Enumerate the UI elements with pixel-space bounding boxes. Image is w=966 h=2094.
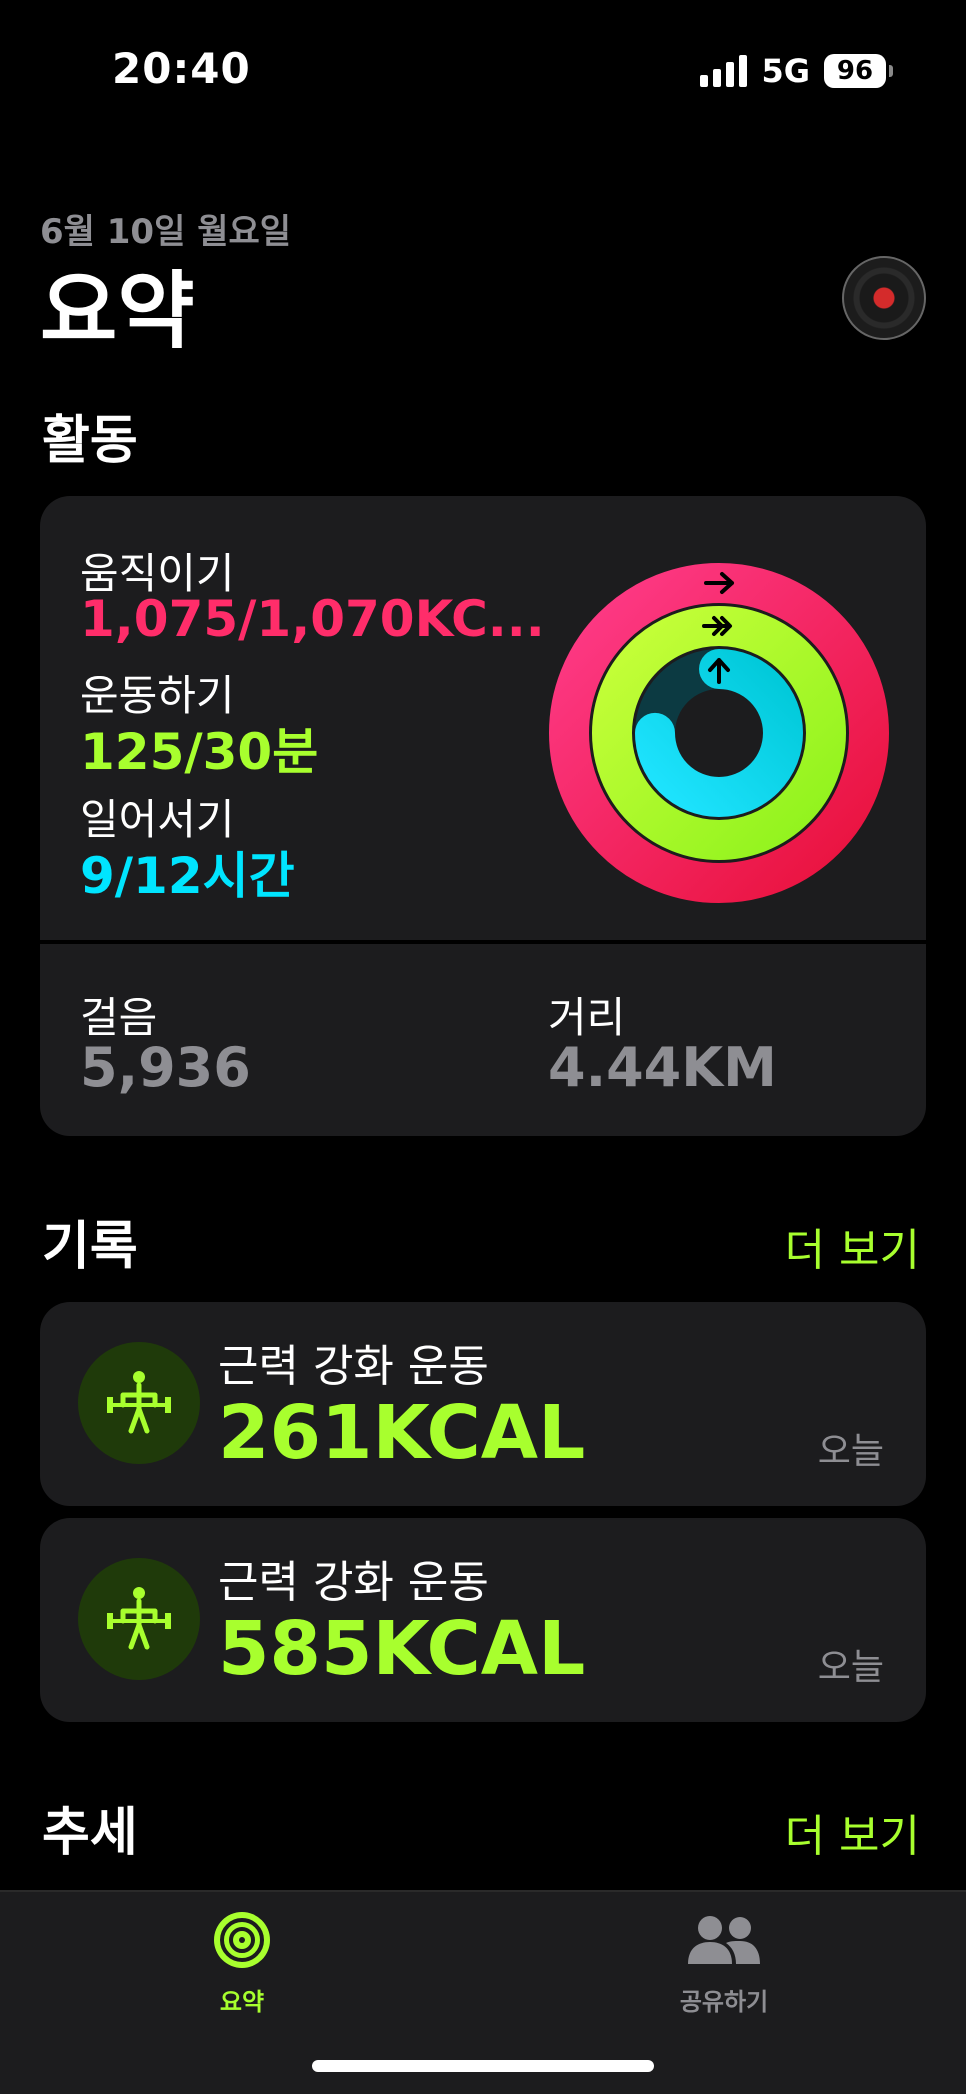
- home-indicator: [312, 2060, 654, 2072]
- status-bar: 20:40 5G 96: [0, 0, 966, 140]
- move-value: 1,075/1,070KC...: [80, 590, 545, 648]
- status-indicators: 5G 96: [700, 52, 893, 90]
- distance-value: 4.44KM: [548, 1036, 777, 1099]
- cellular-signal-icon: [700, 55, 748, 87]
- steps-value: 5,936: [80, 1036, 251, 1099]
- activity-summary-screen: 20:40 5G 96 6월 10일 월요일 요약 활동 움직이기 1,075/…: [0, 0, 966, 2094]
- strength-training-icon: [78, 1342, 200, 1464]
- workout-name: 근력 강화 운동: [218, 1341, 489, 1392]
- trends-more-link[interactable]: 더 보기: [785, 1800, 920, 1864]
- activity-rings-icon: [214, 1912, 270, 1968]
- activity-section-title: 활동: [42, 411, 138, 471]
- workout-calories: 261KCAL: [218, 1390, 586, 1476]
- tab-sharing-label: 공유하기: [679, 1988, 769, 2016]
- stand-value: 9/12시간: [80, 847, 295, 905]
- tab-summary-label: 요약: [219, 1988, 265, 2016]
- history-more-link[interactable]: 더 보기: [785, 1214, 920, 1278]
- tab-summary[interactable]: 요약: [142, 1910, 342, 2017]
- tab-sharing[interactable]: 공유하기: [624, 1910, 824, 2017]
- workout-card[interactable]: 근력 강화 운동 261KCAL 오늘: [40, 1302, 926, 1506]
- status-time: 20:40: [112, 44, 251, 93]
- history-section-title: 기록: [42, 1217, 138, 1277]
- page-title: 요약: [40, 262, 195, 360]
- workout-calories: 585KCAL: [218, 1606, 586, 1692]
- trends-section-title: 추세: [42, 1803, 138, 1863]
- tab-bar: 요약 공유하기: [0, 1890, 966, 2094]
- workout-card[interactable]: 근력 강화 운동 585KCAL 오늘: [40, 1518, 926, 1722]
- battery-level: 96: [836, 56, 874, 86]
- workout-date: 오늘: [817, 1647, 884, 1688]
- card-divider: [40, 940, 926, 944]
- battery-icon: 96: [824, 54, 893, 88]
- exercise-value: 125/30분: [80, 723, 319, 781]
- workout-date: 오늘: [817, 1431, 884, 1472]
- workout-name: 근력 강화 운동: [218, 1557, 489, 1608]
- strength-training-icon: [78, 1558, 200, 1680]
- people-icon: [688, 1916, 760, 1964]
- activity-card[interactable]: 움직이기 1,075/1,070KC... 운동하기 125/30분 일어서기 …: [40, 496, 926, 1136]
- network-type: 5G: [761, 52, 810, 90]
- activity-rings: [549, 563, 889, 903]
- profile-avatar[interactable]: [842, 256, 926, 340]
